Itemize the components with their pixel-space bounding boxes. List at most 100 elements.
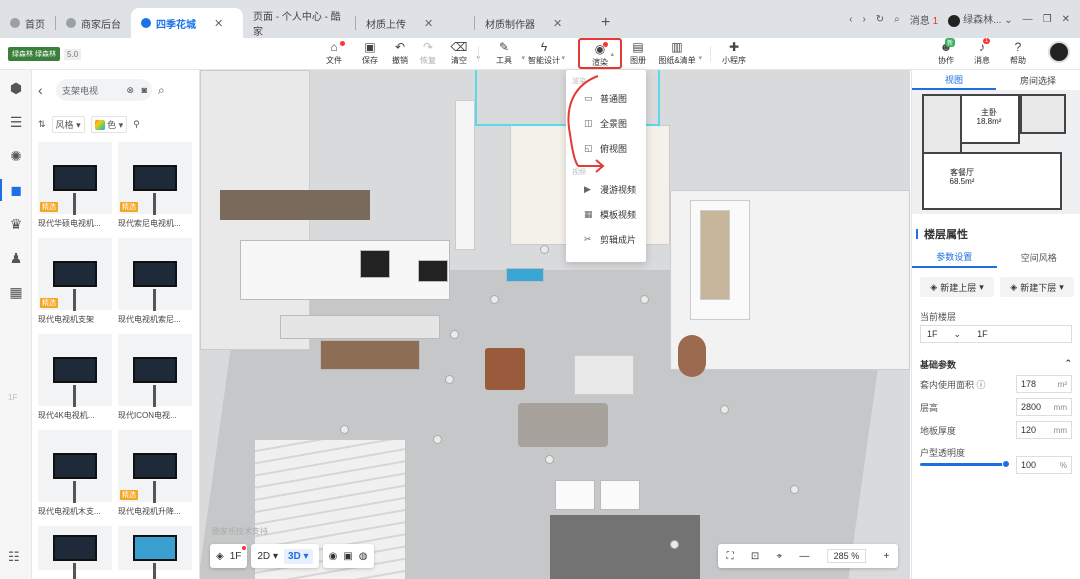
eye-icon[interactable]: ◉ bbox=[329, 551, 338, 562]
camera-marker[interactable] bbox=[450, 330, 459, 339]
add-floor-below-button[interactable]: ◈ 新建下层 ▾ bbox=[1000, 277, 1074, 297]
restore-button[interactable]: ❐ bbox=[1043, 14, 1052, 25]
zoom-icon[interactable]: ⌕ bbox=[894, 14, 900, 25]
menu-item-template-video[interactable]: ▦ 模板视频 bbox=[566, 202, 646, 227]
tab-view[interactable]: 视图 bbox=[912, 70, 996, 90]
mini-program-button[interactable]: ✚ 小程序 bbox=[717, 40, 751, 68]
mode-3d-button[interactable]: 3D ▾ bbox=[283, 548, 313, 564]
tab-room-select[interactable]: 房间选择 bbox=[996, 70, 1080, 90]
rail-layers-icon[interactable]: ☰ bbox=[0, 106, 32, 138]
filter-icon[interactable]: ⚲ bbox=[133, 119, 140, 130]
menu-item-roam-video[interactable]: ▶ 漫游视频 bbox=[566, 177, 646, 202]
clear-search-icon[interactable]: ⊗ bbox=[126, 85, 134, 96]
search-input[interactable]: 支架电视 ⊗ ◙ bbox=[56, 79, 152, 101]
zoom-out-button[interactable]: — bbox=[799, 551, 809, 562]
clear-button[interactable]: ⌫清空▾ bbox=[442, 40, 480, 68]
new-tab-button[interactable]: + bbox=[601, 14, 610, 32]
menu-item-normal-render[interactable]: ▭ 普通图 bbox=[566, 86, 646, 111]
rail-catalog-icon[interactable]: ◼ bbox=[0, 174, 32, 206]
forward-icon[interactable]: › bbox=[862, 14, 865, 25]
transparency-slider-handle[interactable] bbox=[1002, 460, 1010, 468]
redo-button[interactable]: ↷ 恢复 bbox=[411, 40, 445, 68]
current-floor-select[interactable]: 1F ⌄ 1F bbox=[920, 325, 1072, 343]
camera-marker[interactable] bbox=[540, 245, 549, 254]
thickness-input[interactable]: 120 mm bbox=[1016, 421, 1072, 439]
camera-marker[interactable] bbox=[640, 295, 649, 304]
transparency-input[interactable]: 100% bbox=[1016, 456, 1072, 474]
messages-button[interactable]: ♪ 1 消息 bbox=[965, 38, 999, 68]
minimize-button[interactable]: — bbox=[1023, 14, 1033, 25]
catalog-item[interactable]: 现代电视机索尼... bbox=[118, 238, 192, 325]
messages-link[interactable]: 消息 1 bbox=[910, 12, 938, 27]
catalog-item[interactable]: 精选 现代电视机支架 bbox=[38, 238, 112, 325]
collaborate-button[interactable]: ☻ 新协作 bbox=[929, 38, 963, 68]
camera-search-icon[interactable]: ◙ bbox=[142, 85, 147, 95]
fit-view-icon[interactable]: ⛶ bbox=[727, 551, 734, 562]
catalog-item[interactable]: 现代4K电视机... bbox=[38, 334, 112, 421]
tab-material-upload[interactable]: 材质上传 ✕ bbox=[356, 8, 474, 38]
back-arrow-icon[interactable]: ‹ bbox=[38, 82, 56, 98]
info-icon[interactable]: ⓘ bbox=[977, 380, 986, 390]
sort-icon[interactable]: ⇅ bbox=[38, 119, 46, 130]
rail-list-icon[interactable]: ☷ bbox=[8, 549, 20, 565]
zoom-input[interactable]: 285 % bbox=[826, 549, 867, 563]
rail-floorplan-icon[interactable]: ⬢ bbox=[0, 72, 32, 104]
rail-person-icon[interactable]: ♟ bbox=[0, 242, 32, 274]
catalog-item[interactable]: 精选 现代索尼电视机... bbox=[118, 142, 192, 229]
height-input[interactable]: 2800 mm bbox=[1016, 398, 1072, 416]
basic-params-head[interactable]: 基础参数 ⌃ bbox=[920, 358, 1072, 371]
catalog-item[interactable]: 现代ICON电视... bbox=[118, 334, 192, 421]
close-icon[interactable]: ✕ bbox=[214, 17, 223, 30]
camera-marker[interactable] bbox=[433, 435, 442, 444]
close-icon[interactable]: ✕ bbox=[424, 17, 433, 30]
catalog-item[interactable]: 现代电视机木支... bbox=[38, 430, 112, 517]
save-button[interactable]: ▣ 保存 bbox=[353, 40, 387, 68]
close-icon[interactable]: ✕ bbox=[553, 17, 562, 30]
tab-merchant[interactable]: 商家后台 bbox=[56, 8, 131, 38]
drawings-list-button[interactable]: ▥ 图纸&清单 ▾ bbox=[656, 40, 702, 68]
menu-item-topview[interactable]: ◱ 俯视图 bbox=[566, 136, 646, 161]
back-icon[interactable]: ‹ bbox=[849, 14, 852, 25]
target-icon[interactable]: ⌖ bbox=[777, 551, 783, 562]
rail-crown-icon[interactable]: ♛ bbox=[0, 208, 32, 240]
camera-marker[interactable] bbox=[545, 455, 554, 464]
tab-personal-center[interactable]: 页面 - 个人中心 - 酷家 bbox=[243, 8, 355, 38]
file-button[interactable]: ⌂ 文件 bbox=[317, 40, 351, 68]
camera-marker[interactable] bbox=[670, 540, 679, 549]
close-window-button[interactable]: ✕ bbox=[1062, 14, 1070, 25]
mode-2d-button[interactable]: 2D ▾ bbox=[257, 551, 278, 562]
cube-icon[interactable]: ▣ bbox=[343, 551, 352, 562]
user-menu[interactable]: 绿森林... ⌄ bbox=[948, 11, 1013, 27]
search-icon[interactable]: ⌕ bbox=[158, 83, 165, 98]
camera-marker[interactable] bbox=[720, 405, 729, 414]
camera-marker[interactable] bbox=[490, 295, 499, 304]
transparency-slider-track[interactable] bbox=[920, 463, 1006, 466]
3d-viewport[interactable]: 酷家乐技术支持 bbox=[200, 70, 910, 579]
color-filter[interactable]: 色 ▾ bbox=[90, 115, 128, 133]
menu-item-edit-film[interactable]: ✂ 剪辑成片 bbox=[566, 227, 646, 252]
catalog-item[interactable]: 精选 现代华硕电视机... bbox=[38, 142, 112, 229]
album-button[interactable]: ▤ 图册 bbox=[621, 40, 655, 68]
camera-marker[interactable] bbox=[790, 485, 799, 494]
catalog-item[interactable] bbox=[118, 526, 192, 579]
focus-icon[interactable]: ⊡ bbox=[751, 551, 759, 562]
user-avatar[interactable] bbox=[1048, 41, 1070, 63]
floorplan-minimap[interactable]: 主卧 18.8m² 客餐厅 68.5m² bbox=[912, 90, 1080, 214]
reload-icon[interactable]: ↻ bbox=[876, 14, 884, 25]
tab-space-style[interactable]: 空间风格 bbox=[997, 246, 1080, 268]
tab-home[interactable]: 首页 bbox=[0, 8, 55, 38]
help-button[interactable]: ? 帮助 bbox=[1001, 40, 1035, 68]
tab-param-settings[interactable]: 参数设置 bbox=[912, 246, 997, 268]
compass-icon[interactable]: ◍ bbox=[359, 551, 368, 562]
tools-button[interactable]: ✎ 工具 ▾ bbox=[487, 40, 525, 68]
smart-design-button[interactable]: ϟ 智能设计 ▾ bbox=[527, 40, 565, 68]
render-button[interactable]: ◉ 渲染 ▴ bbox=[578, 38, 622, 69]
tab-project[interactable]: 四季花城 ✕ bbox=[131, 8, 243, 38]
catalog-item[interactable] bbox=[38, 526, 112, 579]
catalog-item[interactable]: 精选 现代电视机升降... bbox=[118, 430, 192, 517]
menu-item-panorama[interactable]: ◫ 全景图 bbox=[566, 111, 646, 136]
style-filter[interactable]: 风格 ▾ bbox=[51, 115, 85, 133]
rail-cabinet-icon[interactable]: ▦ bbox=[0, 276, 32, 308]
camera-marker[interactable] bbox=[340, 425, 349, 434]
zoom-in-button[interactable]: + bbox=[883, 551, 889, 562]
